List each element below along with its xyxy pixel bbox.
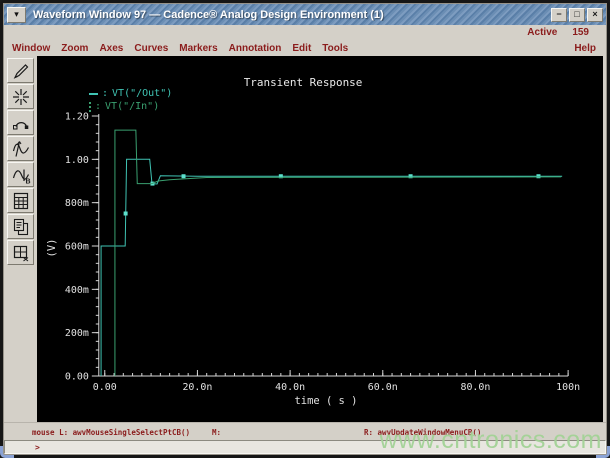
y-tick-label: 800m: [65, 198, 89, 209]
y-tick-label: 400m: [65, 285, 89, 296]
chevron-down-icon: ▾: [14, 9, 19, 19]
menu-bar: Window Zoom Axes Curves Markers Annotation Edi…: [4, 40, 606, 56]
cut-window-icon: [13, 245, 28, 261]
dash-marker-icon: [89, 92, 98, 95]
minimize-button[interactable]: −: [551, 7, 567, 22]
axes: 0.00 200m 400m 600m 800m 1.00 1.20 0.00 20.0n 40.…: [65, 111, 580, 393]
menu-item-curves[interactable]: Curves: [134, 43, 168, 54]
curve-out[interactable]: [100, 158, 563, 376]
menu-item-annotation[interactable]: Annotation: [229, 43, 282, 54]
status-bar: mouse L: awvMouseSingleSelectPtCB() M: R…: [4, 422, 606, 440]
active-label: Active: [527, 27, 558, 38]
legend-entry-in[interactable]: : VT("/In"): [89, 100, 172, 113]
x-tick-label: 100n: [556, 382, 580, 393]
window-frame: ▾ Waveform Window 97 — Cadence® Analog D…: [3, 3, 607, 455]
menu-item-edit[interactable]: Edit: [292, 43, 311, 54]
zoom-star-icon: [12, 88, 29, 105]
calculator-icon: [13, 192, 28, 209]
menu-bar-items: Window Zoom Axes Curves Markers Annotation Edi…: [12, 43, 359, 54]
marker-b-button[interactable]: B: [7, 162, 34, 187]
menu-item-tools[interactable]: Tools: [322, 43, 348, 54]
y-tick-label: 1.00: [65, 155, 89, 166]
resize-grip-bottom-left[interactable]: [0, 446, 14, 458]
plot-canvas[interactable]: 0.00 200m 400m 600m 800m 1.00 1.20 0.00 20.0n 40.…: [37, 56, 603, 422]
y-tick-label: 0.00: [65, 371, 89, 382]
prompt-symbol: >: [35, 442, 40, 452]
dotted-bar-marker-icon: [89, 101, 91, 112]
arc-icon: [12, 121, 28, 129]
menu-item-zoom[interactable]: Zoom: [61, 43, 88, 54]
window-menu-button[interactable]: ▾: [7, 6, 26, 23]
svg-text:B: B: [25, 178, 30, 185]
x-tick-label: 20.0n: [182, 382, 212, 393]
x-tick-label: 0.00: [93, 382, 117, 393]
window-controls: − □ ×: [551, 7, 603, 22]
arc-button[interactable]: [7, 110, 34, 135]
mouse-left-binding: mouse L: awvMouseSingleSelectPtCB(): [32, 428, 191, 437]
legend-entry-out[interactable]: : VT("/Out"): [89, 87, 172, 100]
x-tick-label: 80.0n: [460, 382, 490, 393]
mouse-right-binding: R: awvUpdateWindowMenuCB(): [364, 428, 482, 437]
x-axis-label: time ( s ): [295, 395, 358, 407]
data-point-marker[interactable]: [181, 174, 186, 179]
resize-grip-bottom-right[interactable]: [596, 446, 610, 458]
y-tick-label: 200m: [65, 328, 89, 339]
legend-label: VT("/Out"): [112, 88, 173, 99]
cut-window-button[interactable]: [7, 240, 34, 265]
menu-item-window[interactable]: Window: [12, 43, 50, 54]
zoom-star-button[interactable]: [7, 84, 34, 109]
y-tick-label: 600m: [65, 241, 89, 252]
active-status-row: Active 159: [4, 25, 606, 40]
curve-in[interactable]: [114, 129, 562, 376]
command-prompt[interactable]: >: [4, 440, 606, 454]
data-point-marker[interactable]: [123, 211, 128, 216]
y-tick-label: 1.20: [65, 111, 89, 122]
active-count: 159: [572, 27, 589, 38]
marker-a-button[interactable]: [7, 136, 34, 161]
minimize-icon: −: [556, 9, 562, 19]
legend-colon: :: [95, 101, 102, 112]
mouse-middle-binding: M:: [212, 428, 222, 437]
main-area: B 0.00 200m 400m 600m 800m 1.00 1.20 0.00 20.0n 4…: [4, 56, 606, 422]
menu-item-axes[interactable]: Axes: [99, 43, 123, 54]
copy-button[interactable]: [7, 214, 34, 239]
legend-label: VT("/In"): [105, 101, 160, 112]
menu-item-markers[interactable]: Markers: [179, 43, 217, 54]
maximize-button[interactable]: □: [569, 7, 585, 22]
plot-title: Transient Response: [244, 76, 363, 89]
menu-item-help[interactable]: Help: [574, 43, 596, 54]
toolbar: B: [4, 56, 37, 422]
legend-colon: :: [102, 88, 109, 99]
marker-b-icon: B: [12, 169, 30, 185]
title-bar: ▾ Waveform Window 97 — Cadence® Analog D…: [4, 4, 606, 25]
window-title: Waveform Window 97 — Cadence® Analog Des…: [33, 8, 384, 21]
y-axis-label: (V): [46, 239, 58, 258]
copy-icon: [13, 218, 28, 235]
waveform-window: ▾ Waveform Window 97 — Cadence® Analog D…: [0, 0, 610, 458]
maximize-icon: □: [574, 9, 580, 19]
pen-icon: [13, 63, 28, 79]
close-icon: ×: [592, 9, 598, 19]
data-point-marker[interactable]: [536, 174, 541, 179]
close-button[interactable]: ×: [587, 7, 603, 22]
x-tick-label: 40.0n: [275, 382, 305, 393]
marker-a-icon: [12, 140, 29, 157]
calculator-button[interactable]: [7, 188, 34, 213]
plot-legend: : VT("/Out"): VT("/In"): [89, 87, 172, 113]
pen-button[interactable]: [7, 58, 34, 83]
x-tick-label: 60.0n: [368, 382, 398, 393]
